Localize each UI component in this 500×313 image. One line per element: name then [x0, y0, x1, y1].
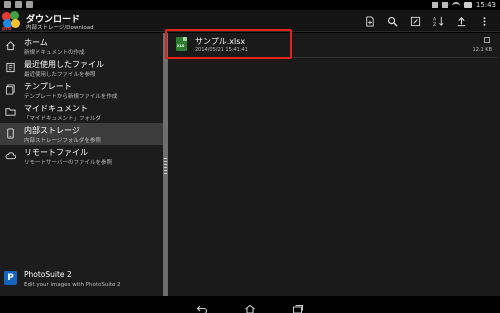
new-file-button[interactable] [358, 10, 381, 32]
sidebar-item-remote-files[interactable]: リモートファイル リモートサーバーのファイルを参照 [0, 145, 163, 167]
battery-icon [463, 2, 472, 8]
sidebar-item-title: 最近使用したファイル [24, 60, 104, 69]
sidebar-item-my-documents[interactable]: マイドキュメント 「マイドキュメント」フォルダ [0, 101, 163, 123]
wifi-icon [451, 2, 460, 8]
sidebar-item-desc: リモートサーバーのファイルを参照 [24, 160, 112, 166]
photosuite-desc: Edit your images with PhotoSuite 2 [24, 282, 121, 288]
notification-icon [15, 1, 22, 8]
notification-icons [4, 1, 33, 8]
sidebar-item-desc: テンプレートから新規ファイルを作成 [24, 94, 118, 100]
notification-icon [26, 1, 33, 8]
search-button[interactable] [381, 10, 404, 32]
highlight-box [165, 29, 292, 59]
logo-badge: pro [2, 26, 12, 32]
home-icon [6, 41, 15, 51]
sidebar-item-desc: 内部ストレージフォルダを参照 [24, 138, 101, 144]
recent-files-icon [6, 62, 15, 73]
splitter-grip-icon[interactable] [164, 158, 167, 174]
clock: 15:43 [475, 1, 496, 9]
status-bar: 15:43 [0, 0, 500, 10]
upload-button[interactable] [450, 10, 473, 32]
search-icon [387, 16, 398, 27]
signal-icon [441, 2, 448, 8]
upload-icon [457, 16, 466, 26]
home-button[interactable] [244, 299, 256, 313]
svg-text:Z: Z [433, 22, 436, 27]
sidebar-item-desc: 「マイドキュメント」フォルダ [24, 116, 102, 122]
sort-icon: AZ [433, 16, 444, 27]
svg-text:A: A [433, 16, 437, 22]
sidebar-item-title: マイドキュメント [24, 104, 88, 113]
sidebar-item-title: 内部ストレージ [24, 126, 80, 135]
status-icons: 15:43 [431, 0, 496, 10]
back-button[interactable] [196, 299, 208, 313]
photosuite-icon[interactable]: P [4, 271, 17, 285]
overflow-icon [483, 16, 486, 26]
sidebar-item-desc: 新規ドキュメントの作成 [24, 50, 85, 56]
recent-apps-icon [293, 305, 303, 313]
sidebar-item-internal-storage[interactable]: 内部ストレージ 内部ストレージフォルダを参照 [0, 123, 163, 145]
system-navigation-bar [0, 296, 500, 313]
home-icon [245, 304, 255, 313]
sidebar: ホーム 新規ドキュメントの作成 最近使用したファイル 最近使用したファイルを参照… [0, 33, 163, 296]
overflow-menu-button[interactable] [473, 10, 496, 32]
edit-icon [410, 16, 421, 26]
photosuite-title[interactable]: PhotoSuite 2 [24, 270, 72, 279]
bluetooth-icon [431, 2, 438, 8]
back-icon [196, 305, 208, 313]
sidebar-item-desc: 最近使用したファイルを参照 [24, 72, 96, 78]
current-path: 内部ストレージ/Download [26, 25, 94, 31]
file-list: XLS サンプル.xlsx 2014/05/21 15:41:41 12.1 K… [168, 33, 500, 296]
sidebar-item-home[interactable]: ホーム 新規ドキュメントの作成 [0, 35, 163, 57]
sidebar-item-title: リモートファイル [24, 148, 88, 157]
sidebar-item-title: テンプレート [24, 82, 72, 91]
new-file-icon [366, 15, 374, 27]
toolbar: AZ [358, 10, 496, 32]
recent-apps-button[interactable] [292, 299, 304, 313]
app-logo-icon[interactable]: pro [2, 11, 22, 32]
sidebar-item-recent-files[interactable]: 最近使用したファイル 最近使用したファイルを参照 [0, 57, 163, 79]
cloud-icon [5, 152, 16, 160]
template-icon [5, 84, 15, 95]
sidebar-item-templates[interactable]: テンプレート テンプレートから新規ファイルを作成 [0, 79, 163, 101]
my-documents-icon [5, 108, 16, 116]
internal-storage-icon [7, 128, 14, 139]
notification-icon [4, 1, 11, 8]
sort-button[interactable]: AZ [427, 10, 450, 32]
file-size: 12.1 KB [472, 47, 492, 53]
sidebar-item-title: ホーム [24, 38, 48, 47]
edit-button[interactable] [404, 10, 427, 32]
file-select-checkbox[interactable] [484, 37, 490, 43]
